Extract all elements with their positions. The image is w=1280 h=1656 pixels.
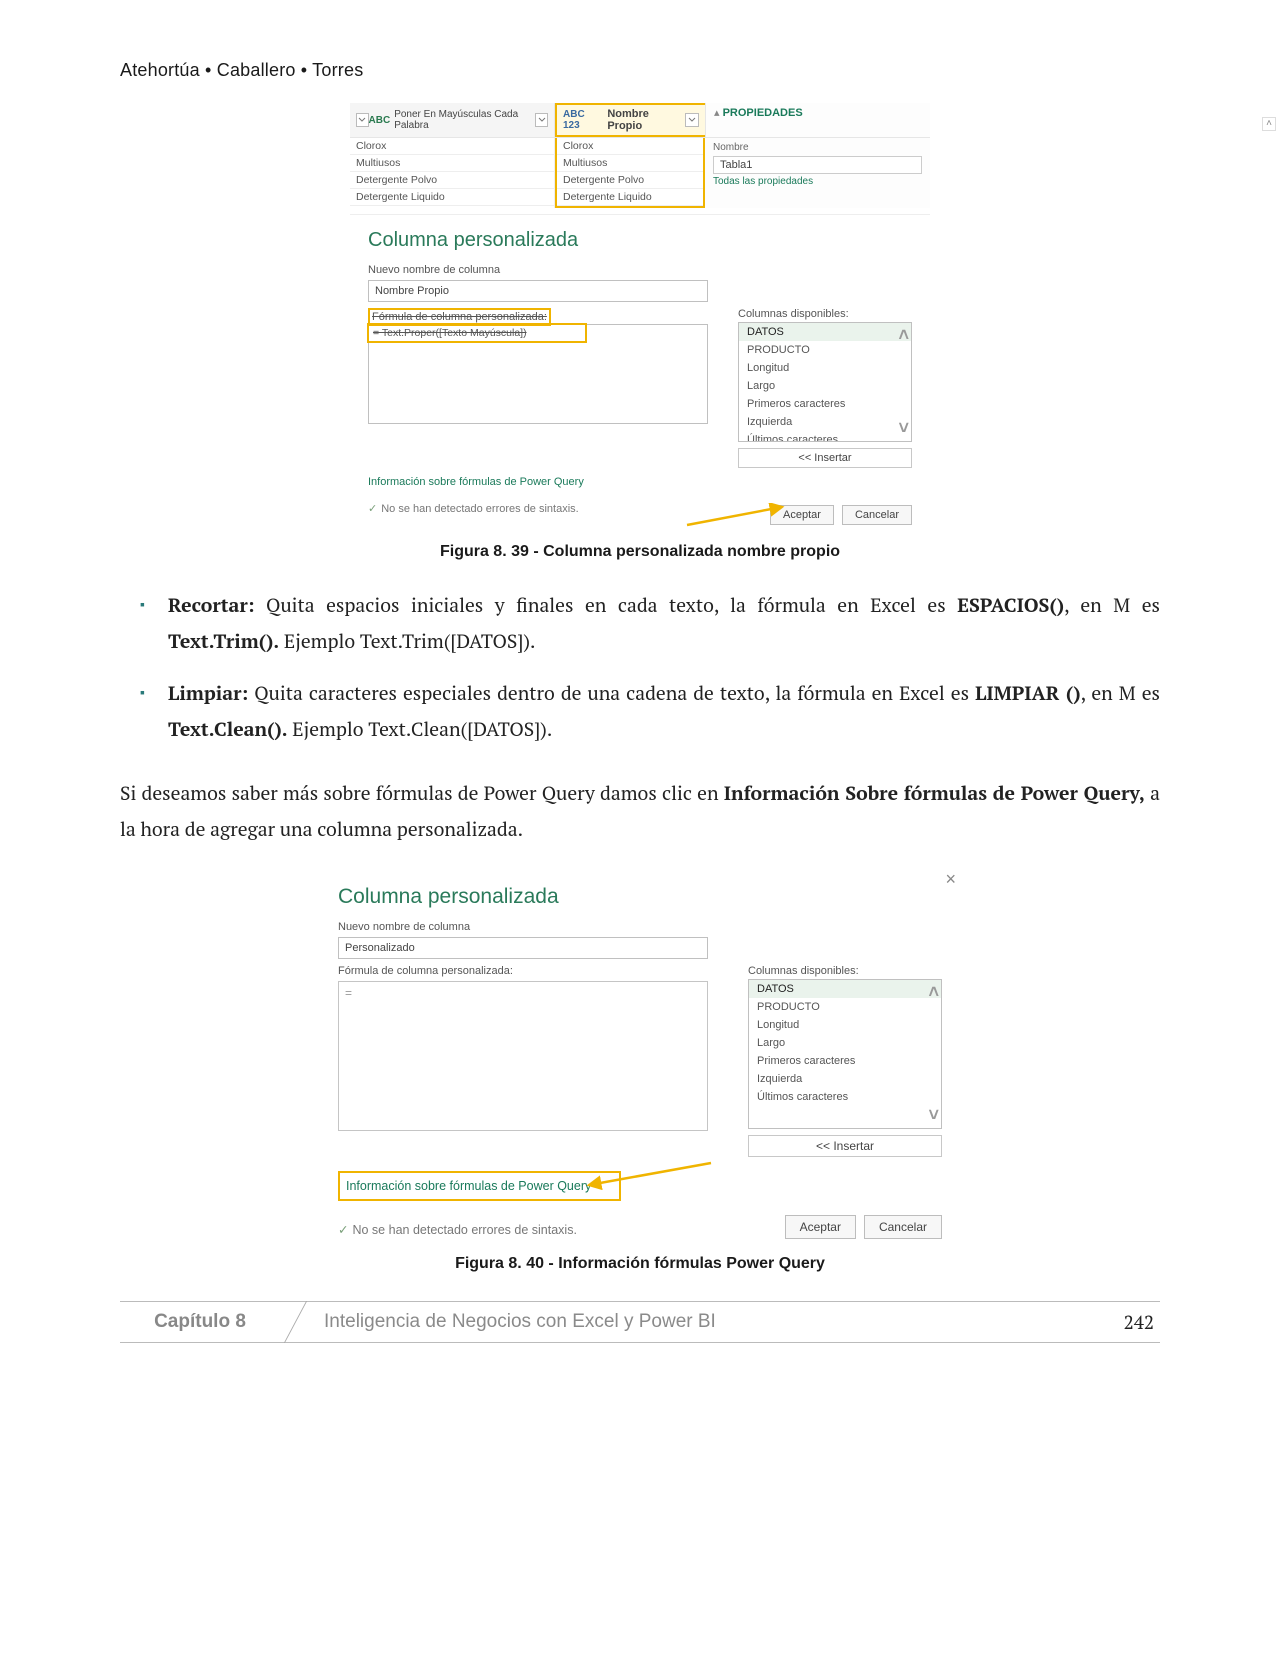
pq-formulas-info-link[interactable]: Información sobre fórmulas de Power Quer…: [368, 476, 912, 488]
new-column-label: Nuevo nombre de columna: [368, 264, 912, 276]
column-header-2[interactable]: ABC 123 Nombre Propio: [555, 103, 705, 137]
list-item[interactable]: DATOS: [739, 323, 911, 341]
arrow-annotation-icon: [682, 503, 792, 529]
list-item[interactable]: Primeros caracteres: [749, 1052, 941, 1070]
list-item[interactable]: PRODUCTO: [739, 341, 911, 359]
cancel-button[interactable]: Cancelar: [842, 505, 912, 525]
column-header-1[interactable]: ABC Poner En Mayúsculas Cada Palabra: [350, 103, 555, 137]
filter-dropdown-icon[interactable]: [535, 113, 548, 127]
pq-formulas-info-link[interactable]: Información sobre fórmulas de Power Quer…: [338, 1171, 621, 1201]
formula-textarea[interactable]: =: [338, 981, 708, 1131]
syntax-status: ✓No se han detectado errores de sintaxis…: [338, 1222, 577, 1237]
insert-button[interactable]: << Insertar: [748, 1135, 942, 1157]
check-icon: ✓: [368, 503, 377, 515]
scroll-up-icon[interactable]: ˄: [928, 982, 939, 1003]
list-item[interactable]: Longitud: [749, 1016, 941, 1034]
new-column-input[interactable]: Personalizado: [338, 937, 708, 959]
type-text-icon: ABC: [369, 115, 391, 126]
properties-pane: ▴ PROPIEDADES: [705, 103, 930, 137]
grid-cell[interactable]: Detergente Liquido: [557, 189, 703, 206]
footer-page-number: 242: [1080, 1302, 1160, 1342]
list-item[interactable]: Primeros caracteres: [739, 395, 911, 413]
footer-chapter: Capítulo 8: [120, 1302, 280, 1342]
available-columns-list[interactable]: DATOS PRODUCTO Longitud Largo Primeros c…: [738, 322, 912, 442]
bullet-limpiar: Limpiar: Quita caracteres especiales den…: [168, 675, 1160, 747]
list-item[interactable]: Izquierda: [749, 1070, 941, 1088]
properties-title[interactable]: ▴ PROPIEDADES: [714, 106, 922, 119]
cancel-button[interactable]: Cancelar: [864, 1215, 942, 1239]
formula-textarea[interactable]: = Text.Proper([Texto Mayúscula]): [368, 324, 708, 424]
available-columns-label: Columnas disponibles:: [738, 308, 912, 320]
bullet-recortar: Recortar: Quita espacios iniciales y fin…: [168, 587, 1160, 659]
list-item[interactable]: Últimos caracteres: [739, 431, 911, 442]
scroll-down-icon[interactable]: ˅: [928, 1105, 939, 1126]
new-column-label: Nuevo nombre de columna: [338, 921, 942, 933]
list-item[interactable]: Izquierda: [739, 413, 911, 431]
column-header-1-label: Poner En Mayúsculas Cada Palabra: [394, 109, 535, 131]
name-label: Nombre: [713, 142, 922, 153]
figure-39-caption: Figura 8. 39 - Columna personalizada nom…: [120, 543, 1160, 561]
figure-40-caption: Figura 8. 40 - Información fórmulas Powe…: [120, 1255, 1160, 1273]
type-any-icon: ABC 123: [563, 109, 603, 131]
grid-cell[interactable]: Detergente Polvo: [557, 172, 703, 189]
formula-label: Fórmula de columna personalizada:: [338, 965, 708, 977]
grid-cell[interactable]: Detergente Polvo: [350, 172, 554, 189]
scroll-up-icon[interactable]: ˄: [1262, 117, 1276, 131]
grid-cell[interactable]: Multiusos: [557, 155, 703, 172]
scroll-up-icon[interactable]: ˄: [898, 325, 909, 346]
grid-cell[interactable]: Multiusos: [350, 155, 554, 172]
new-column-input[interactable]: Nombre Propio: [368, 280, 708, 302]
ok-button[interactable]: Aceptar: [785, 1215, 856, 1239]
check-icon: ✓: [338, 1223, 348, 1237]
running-head: Atehortúa • Caballero • Torres: [120, 60, 1160, 81]
info-paragraph: Si deseamos saber más sobre fórmulas de …: [120, 775, 1160, 847]
name-input[interactable]: Tabla1: [713, 156, 922, 174]
list-item[interactable]: PRODUCTO: [749, 998, 941, 1016]
list-item[interactable]: Últimos caracteres: [749, 1088, 941, 1106]
insert-button[interactable]: << Insertar: [738, 448, 912, 468]
grid-cell[interactable]: Clorox: [557, 138, 703, 155]
dialog-title: Columna personalizada: [338, 885, 942, 909]
list-item[interactable]: Longitud: [739, 359, 911, 377]
arrow-annotation-icon: [581, 1155, 721, 1191]
grid-cell[interactable]: Clorox: [350, 138, 554, 155]
column-header-2-label: Nombre Propio: [607, 108, 685, 132]
available-columns-label: Columnas disponibles:: [748, 965, 942, 977]
page-footer: Capítulo 8 Inteligencia de Negocios con …: [120, 1301, 1160, 1343]
all-properties-link[interactable]: Todas las propiedades: [713, 176, 922, 187]
grid-cell[interactable]: Detergente Liquido: [350, 189, 554, 206]
available-columns-list[interactable]: DATOS PRODUCTO Longitud Largo Primeros c…: [748, 979, 942, 1129]
close-icon[interactable]: ×: [945, 869, 956, 890]
footer-title: Inteligencia de Negocios con Excel y Pow…: [280, 1302, 1080, 1342]
figure-8-39: ABC Poner En Mayúsculas Cada Palabra ABC…: [350, 103, 930, 533]
list-item[interactable]: Largo: [739, 377, 911, 395]
list-item[interactable]: Largo: [749, 1034, 941, 1052]
custom-column-dialog: Columna personalizada Nuevo nombre de co…: [350, 214, 930, 533]
dialog-title: Columna personalizada: [368, 229, 912, 252]
filter-dropdown-icon[interactable]: [685, 113, 699, 127]
formula-value: = Text.Proper([Texto Mayúscula]): [367, 323, 587, 343]
scroll-down-icon[interactable]: ˅: [898, 418, 909, 439]
figure-8-40: × Columna personalizada Nuevo nombre de …: [320, 875, 960, 1247]
type-dropdown-icon[interactable]: [356, 113, 369, 127]
list-item[interactable]: DATOS: [749, 980, 941, 998]
